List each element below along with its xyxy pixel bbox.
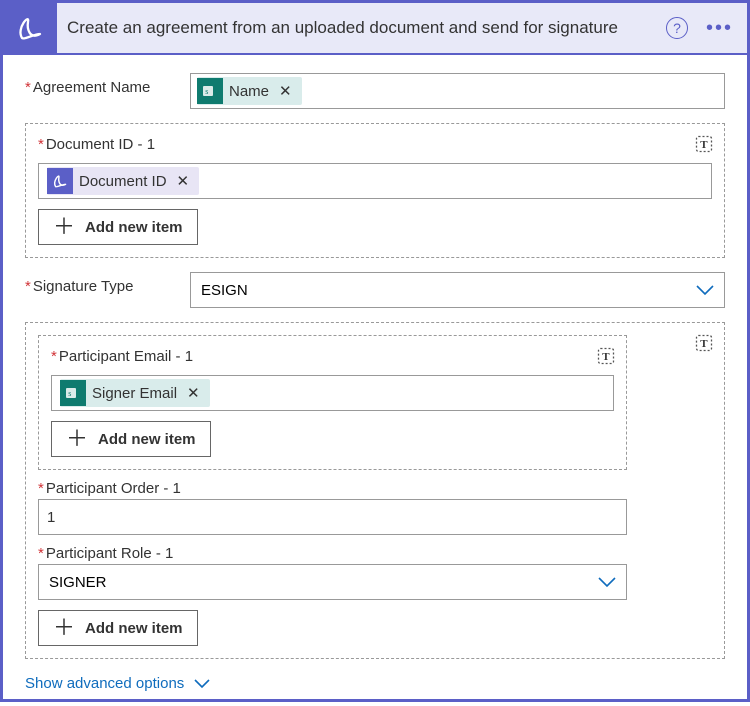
participant-email-group: T *Participant Email - 1 s Signer Email … <box>38 335 627 470</box>
switch-to-text-mode-icon[interactable]: T <box>694 333 714 353</box>
svg-text:T: T <box>602 351 610 363</box>
action-header: Create an agreement from an uploaded doc… <box>3 3 747 55</box>
agreement-name-field[interactable]: s Name ✕ <box>190 73 725 109</box>
pill-text: Name <box>229 83 269 100</box>
adobe-acrobat-icon <box>3 2 57 54</box>
show-advanced-options-link[interactable]: Show advanced options <box>25 673 725 692</box>
svg-text:s: s <box>205 87 208 96</box>
more-menu-icon[interactable]: ••• <box>706 18 733 38</box>
participant-email-field[interactable]: s Signer Email ✕ <box>51 375 614 411</box>
agreement-name-row: *Agreement Name s Name ✕ <box>25 73 725 109</box>
participant-group: T T *Participant Email - 1 s Signer Emai… <box>25 322 725 659</box>
remove-pill-icon[interactable]: ✕ <box>173 172 194 190</box>
switch-to-text-mode-icon[interactable]: T <box>694 134 714 154</box>
advanced-label: Show advanced options <box>25 675 184 692</box>
signature-type-row: *Signature Type ESIGN <box>25 272 725 308</box>
participant-role-block: *Participant Role - 1 SIGNER <box>38 545 627 600</box>
document-id-field[interactable]: Document ID ✕ <box>38 163 712 199</box>
document-id-group: *Document ID - 1 T Document ID ✕ ＋ Add n… <box>25 123 725 258</box>
plus-icon: ＋ <box>53 617 75 639</box>
participant-role-value: SIGNER <box>49 574 107 591</box>
chevron-down-icon <box>598 576 616 588</box>
add-participant-label: Add new item <box>85 620 183 637</box>
signature-type-select[interactable]: ESIGN <box>190 272 725 308</box>
participant-order-value: 1 <box>47 509 55 526</box>
agreement-name-label: *Agreement Name <box>25 73 180 96</box>
participant-role-label: *Participant Role - 1 <box>38 545 627 562</box>
sharepoint-icon: s <box>197 78 223 104</box>
signature-type-label: *Signature Type <box>25 272 180 295</box>
participant-order-label: *Participant Order - 1 <box>38 480 627 497</box>
add-participant-button[interactable]: ＋ Add new item <box>38 610 198 646</box>
add-document-button[interactable]: ＋ Add new item <box>38 209 198 245</box>
adobe-sign-icon <box>47 168 73 194</box>
add-participant-email-label: Add new item <box>98 431 196 448</box>
signature-type-value: ESIGN <box>201 282 248 299</box>
plus-icon: ＋ <box>66 428 88 450</box>
dynamic-content-pill-document-id[interactable]: Document ID ✕ <box>47 167 199 195</box>
add-document-label: Add new item <box>85 219 183 236</box>
svg-text:T: T <box>700 338 708 350</box>
participant-role-select[interactable]: SIGNER <box>38 564 627 600</box>
document-id-label: *Document ID - 1 <box>38 136 155 153</box>
dynamic-content-pill-signer-email[interactable]: s Signer Email ✕ <box>60 379 210 407</box>
switch-to-text-mode-icon[interactable]: T <box>596 346 616 366</box>
plus-icon: ＋ <box>53 216 75 238</box>
remove-pill-icon[interactable]: ✕ <box>275 82 296 100</box>
add-participant-email-button[interactable]: ＋ Add new item <box>51 421 211 457</box>
pill-text: Signer Email <box>92 385 177 402</box>
pill-text: Document ID <box>79 173 167 190</box>
dynamic-content-pill-name[interactable]: s Name ✕ <box>197 77 302 105</box>
participant-order-block: *Participant Order - 1 1 <box>38 480 627 535</box>
chevron-down-icon <box>696 284 714 296</box>
help-icon[interactable]: ? <box>666 17 688 39</box>
sharepoint-icon: s <box>60 380 86 406</box>
svg-text:T: T <box>700 139 708 151</box>
remove-pill-icon[interactable]: ✕ <box>183 384 204 402</box>
action-title: Create an agreement from an uploaded doc… <box>67 18 656 38</box>
chevron-down-icon <box>194 679 210 689</box>
svg-text:s: s <box>68 389 71 398</box>
participant-email-label: *Participant Email - 1 <box>51 348 614 365</box>
participant-order-field[interactable]: 1 <box>38 499 627 535</box>
